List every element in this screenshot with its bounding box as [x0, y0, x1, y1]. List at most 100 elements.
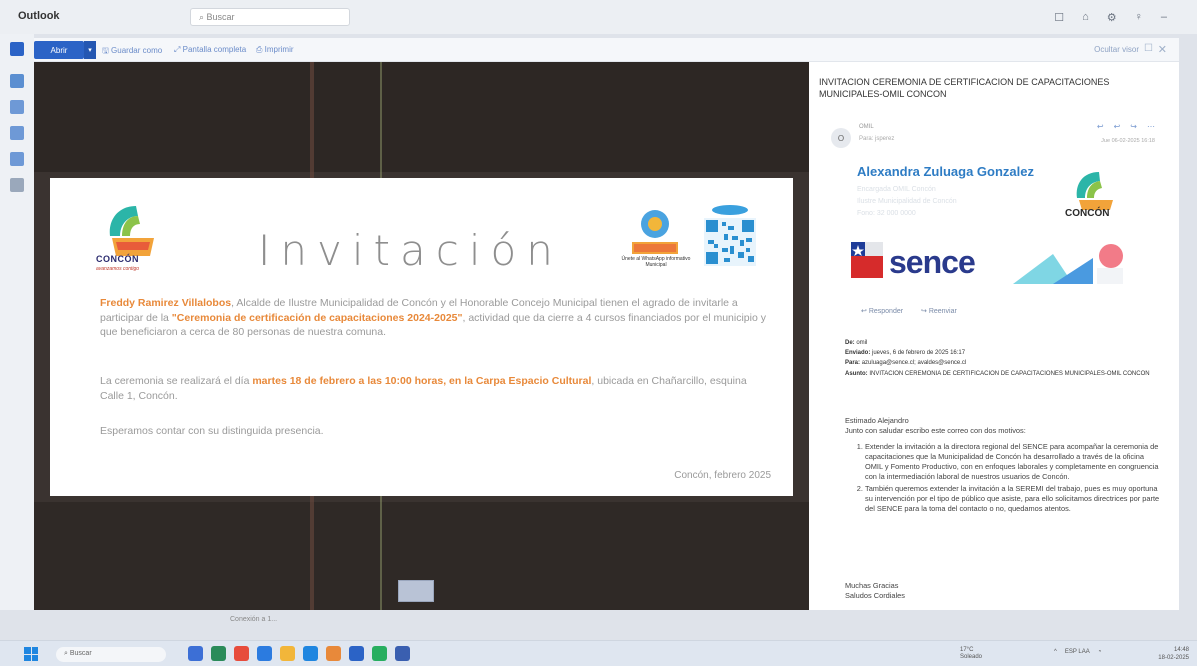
header-label: De:	[845, 340, 855, 346]
chevron-down-icon[interactable]: ▾	[84, 41, 96, 59]
email-actions: ↩ ↩ ↪ ⋯	[1097, 122, 1155, 131]
sender-name[interactable]: OMIL	[859, 124, 874, 130]
calendar-icon[interactable]	[10, 100, 24, 114]
print-button[interactable]: ⎙ Imprimir	[256, 45, 294, 55]
list-item: Extender la invitación a la directora re…	[865, 442, 1163, 482]
header-to: Para: azuluaga@sence.cl; avaldes@sence.c…	[845, 360, 966, 366]
apps-icon[interactable]	[10, 178, 24, 192]
window-icon-2[interactable]: ⌂	[1082, 11, 1089, 24]
expand-icon: ⤢	[174, 45, 183, 54]
page-indicator[interactable]	[398, 580, 434, 602]
invitation-signature: Concón, febrero 2025	[674, 470, 771, 481]
email-closing: Muchas Gracias Saludos Cordiales	[845, 581, 905, 601]
settings-icon[interactable]: ⚙	[1107, 11, 1117, 24]
forward-button[interactable]: ↪ Reenviar	[921, 307, 957, 315]
invitation-paragraph-2: La ceremonia se realizará el día martes …	[100, 374, 770, 403]
email-body: Estimado Alejandro Junto con saludar esc…	[845, 416, 1163, 516]
home-icon[interactable]	[10, 42, 24, 56]
signature-line: Fono: 32 000 0000	[857, 210, 916, 217]
clock-date: 18-02-2025	[1158, 655, 1189, 661]
event-name: "Ceremonia de certificación de capacitac…	[171, 311, 463, 324]
more-icon[interactable]: ⋯	[1147, 122, 1155, 131]
taskbar-search-placeholder: Buscar	[69, 650, 92, 657]
window-controls: ☐ ⌂ ⚙ ♀ –	[1054, 11, 1167, 24]
reply-button[interactable]: ↩ Responder	[861, 307, 903, 315]
invitation-text: La ceremonia se realizará el día	[100, 375, 253, 387]
app-title: Outlook	[18, 10, 60, 22]
close-icon[interactable]: ✕	[1158, 43, 1167, 56]
whatsapp-badge-text: Únete al WhatsApp informativo Municipal	[621, 256, 691, 268]
chrome-icon[interactable]	[326, 646, 341, 661]
email-greeting: Estimado Alejandro	[845, 416, 909, 425]
viewer-toolbar: Abrir ▾ 🖫 Guardar como ⤢ Pantalla comple…	[34, 38, 1179, 62]
window-icon-1[interactable]: ☐	[1054, 11, 1064, 24]
list-item: También queremos extender la invitación …	[865, 484, 1163, 514]
fullscreen-button[interactable]: ⤢ Pantalla completa	[174, 45, 246, 55]
weather-temp: 17°C	[960, 647, 974, 653]
language-indicator[interactable]: ESP LAA	[1065, 649, 1090, 655]
signature-name: Alexandra Zuluaga Gonzalez	[857, 164, 1034, 179]
clock-time: 14:48	[1173, 647, 1189, 653]
invitation-card: CONCÓN avanzamos contigo Invitación Únet…	[50, 178, 793, 496]
people-icon[interactable]	[10, 126, 24, 140]
event-datetime: martes 18 de febrero a las 10:00 horas, …	[252, 375, 592, 387]
minimize-icon[interactable]: –	[1161, 11, 1167, 24]
concon-logo-text: CONCÓN	[96, 254, 139, 264]
widgets-icon[interactable]	[188, 646, 203, 661]
clock[interactable]: 14:48 18-02-2025	[1158, 646, 1189, 662]
closing-line: Saludos Cordiales	[845, 591, 905, 600]
account-icon[interactable]: ♀	[1135, 11, 1143, 24]
edge-icon[interactable]	[257, 646, 272, 661]
header-value: jueves, 6 de febrero de 2025 16:17	[872, 350, 966, 356]
mail-icon[interactable]	[10, 74, 24, 88]
header-value: INVITACION CEREMONIA DE CERTIFICACION DE…	[869, 371, 1150, 377]
maximize-icon[interactable]: ☐	[1144, 43, 1153, 54]
reply-icon[interactable]: ↩	[1097, 122, 1104, 131]
app-icon[interactable]	[395, 646, 410, 661]
file-explorer-icon[interactable]	[280, 646, 295, 661]
invitation-heading: Invitación	[258, 226, 563, 275]
taskbar-search-input[interactable]: ⌕ Buscar	[56, 647, 166, 662]
weather-desc: Soleado	[960, 654, 983, 660]
fullscreen-label: Pantalla completa	[182, 45, 247, 54]
taskbar: ⌕ Buscar 17°C Soleado ^ ESP LAA ◔ 14:48 …	[0, 640, 1197, 666]
reply-all-icon[interactable]: ↩	[1114, 122, 1121, 131]
header-value: omil	[856, 340, 868, 346]
header-sent: Enviado: jueves, 6 de febrero de 2025 16…	[845, 350, 965, 356]
header-subject: Asunto: INVITACION CEREMONIA DE CERTIFIC…	[845, 370, 1165, 379]
search-input[interactable]: ⌕ Buscar	[190, 8, 350, 26]
forward-label: Reenviar	[928, 308, 957, 315]
email-subject: INVITACION CEREMONIA DE CERTIFICACION DE…	[819, 77, 1110, 99]
invitation-paragraph-1: Freddy Ramirez Villalobos, Alcalde de Il…	[100, 296, 770, 340]
preview-band-top	[34, 62, 809, 172]
avatar[interactable]: O	[831, 128, 851, 148]
open-button[interactable]: Abrir	[34, 41, 84, 59]
weather-widget[interactable]: 17°C Soleado	[960, 647, 982, 661]
header-label: Para:	[845, 360, 861, 366]
signature-line: Encargada OMIL Concón	[857, 186, 936, 193]
wifi-icon[interactable]: ◔	[1098, 649, 1102, 655]
closing-line: Muchas Gracias	[845, 581, 899, 590]
concon-logo-text: CONCÓN	[1065, 208, 1110, 219]
email-date: Jue 06-02-2025 16:18	[1101, 138, 1155, 144]
teams-icon[interactable]	[211, 646, 226, 661]
chevron-up-icon[interactable]: ^	[1054, 649, 1057, 655]
app-icon[interactable]	[234, 646, 249, 661]
search-icon: ⌕	[199, 12, 207, 22]
header-from: De: omil	[845, 340, 867, 346]
taskbar-preview-label: Conexión a 1...	[230, 616, 278, 623]
save-as-label: Guardar como	[111, 46, 163, 55]
word-icon[interactable]	[349, 646, 364, 661]
excel-icon[interactable]	[372, 646, 387, 661]
tasks-icon[interactable]	[10, 152, 24, 166]
host-name: Freddy Ramirez Villalobos	[100, 297, 232, 309]
email-reading-pane: INVITACION CEREMONIA DE CERTIFICACION DE…	[809, 62, 1179, 610]
save-as-button[interactable]: 🖫 Guardar como	[102, 45, 162, 59]
sender-recipient: Para: jsperez	[859, 136, 895, 142]
windows-start-icon[interactable]	[24, 647, 38, 661]
forward-icon[interactable]: ↪	[1130, 122, 1137, 131]
outlook-icon[interactable]	[303, 646, 318, 661]
email-list: Extender la invitación a la directora re…	[865, 442, 1163, 514]
sence-logo-text: sence	[889, 244, 976, 280]
hide-viewer-button[interactable]: Ocultar visor	[1094, 45, 1139, 54]
